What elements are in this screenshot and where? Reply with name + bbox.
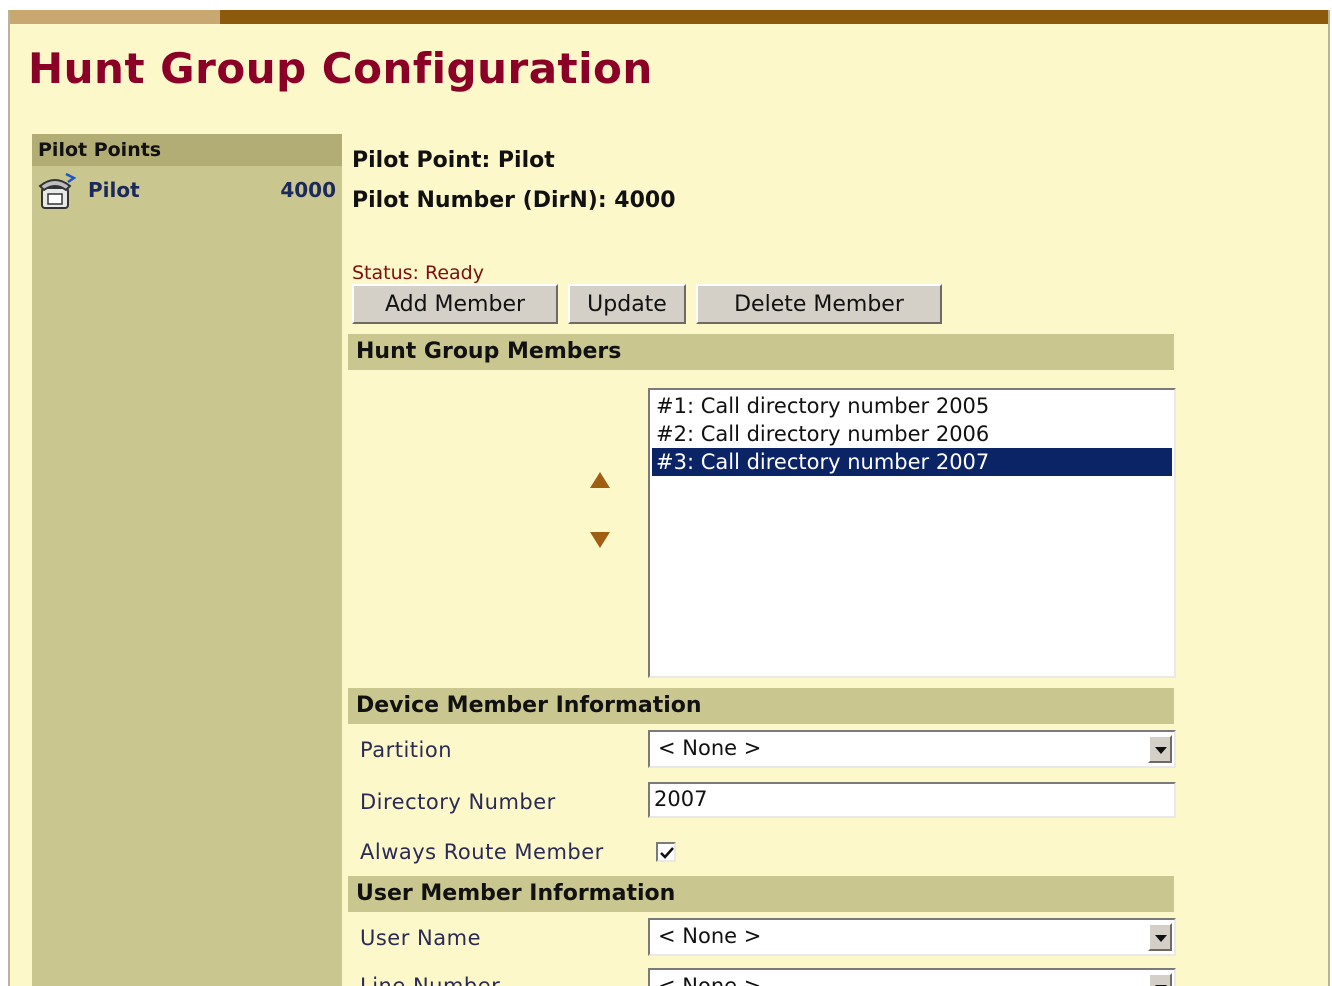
top-banner (10, 10, 1328, 24)
line-number-label: Line Number (360, 974, 501, 986)
sidebar-header: Pilot Points (32, 134, 342, 166)
sidebar-item-number: 4000 (280, 178, 336, 202)
pilot-points-sidebar: Pilot Points Pilot 4000 (32, 134, 342, 986)
sidebar-item-label: Pilot (88, 178, 140, 202)
sidebar-item-pilot[interactable]: Pilot 4000 (32, 166, 342, 218)
add-member-button[interactable]: Add Member (352, 284, 558, 324)
directory-number-label: Directory Number (360, 790, 556, 814)
partition-select[interactable]: < None > (648, 730, 1176, 768)
always-route-checkbox[interactable] (656, 842, 676, 862)
device-member-info-header: Device Member Information (348, 688, 1174, 724)
page-frame: Hunt Group Configuration Pilot Points Pi… (8, 10, 1330, 986)
pilot-number-label: Pilot Number (DirN): 4000 (352, 188, 676, 213)
partition-label: Partition (360, 738, 453, 762)
check-icon (660, 847, 674, 859)
chevron-down-icon[interactable] (1148, 923, 1172, 951)
pilot-point-label: Pilot Point: Pilot (352, 148, 555, 173)
list-item[interactable]: #1: Call directory number 2005 (652, 392, 1172, 420)
page-title: Hunt Group Configuration (28, 44, 653, 93)
delete-member-button[interactable]: Delete Member (696, 284, 942, 324)
move-down-arrow-icon[interactable] (588, 530, 612, 550)
always-route-label: Always Route Member (360, 840, 604, 864)
update-button[interactable]: Update (568, 284, 686, 324)
user-name-value: < None > (658, 924, 762, 948)
user-name-label: User Name (360, 926, 481, 950)
hunt-group-members-header: Hunt Group Members (348, 334, 1174, 370)
chevron-down-icon[interactable] (1148, 973, 1172, 986)
status-text: Status: Ready (352, 262, 484, 284)
user-member-info-header: User Member Information (348, 876, 1174, 912)
list-item[interactable]: #2: Call directory number 2006 (652, 420, 1172, 448)
list-item-selected[interactable]: #3: Call directory number 2007 (652, 448, 1172, 476)
user-name-select[interactable]: < None > (648, 918, 1176, 956)
phone-icon (36, 172, 77, 212)
directory-number-field[interactable]: 2007 (648, 782, 1176, 818)
members-listbox[interactable]: #1: Call directory number 2005 #2: Call … (648, 388, 1176, 678)
line-number-select[interactable]: < None > (648, 968, 1176, 986)
move-up-arrow-icon[interactable] (588, 470, 612, 490)
chevron-down-icon[interactable] (1148, 735, 1172, 763)
line-number-value: < None > (658, 974, 762, 986)
partition-value: < None > (658, 736, 762, 760)
